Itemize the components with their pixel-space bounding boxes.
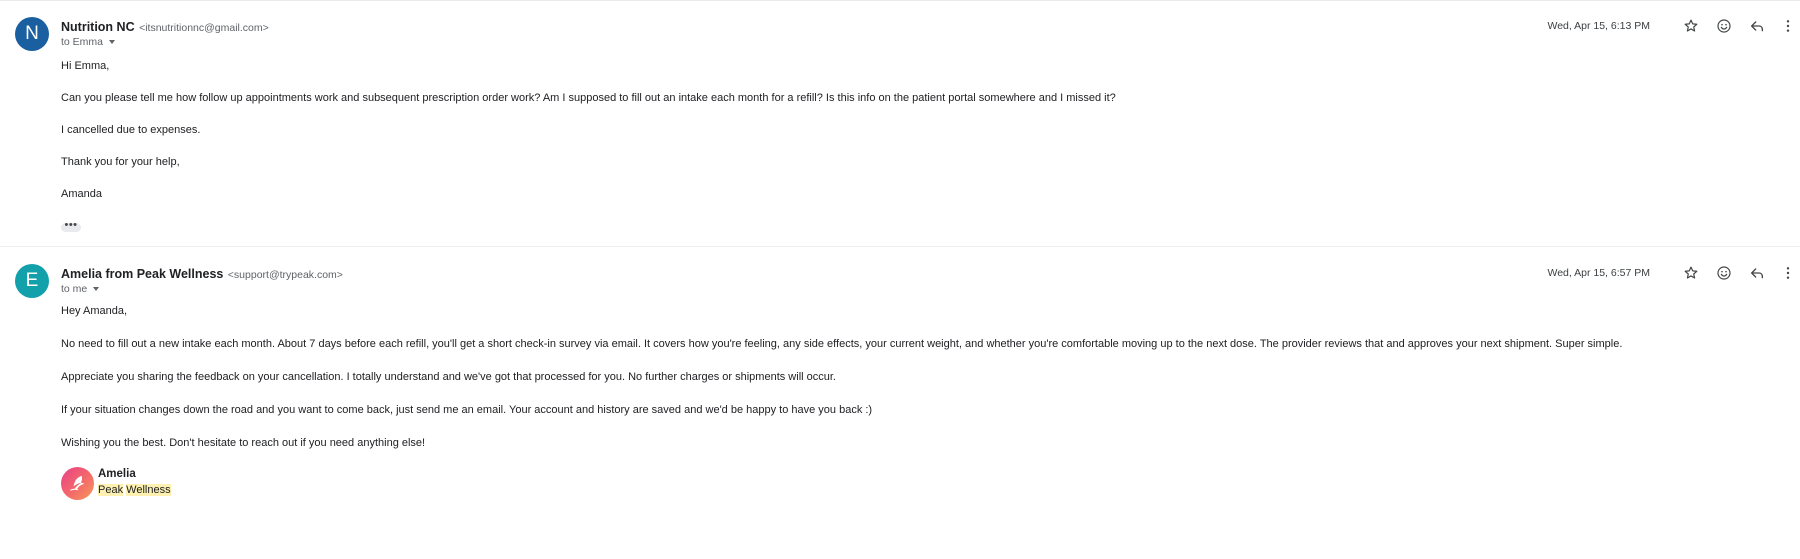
recipient-details-toggle[interactable]: to Emma xyxy=(61,36,116,48)
signature-company: Peak Wellness xyxy=(98,484,171,496)
message-body: Hey Amanda, No need to fill out a new in… xyxy=(61,304,1622,503)
body-paragraph: Appreciate you sharing the feedback on y… xyxy=(61,371,836,383)
message-timestamp: Wed, Apr 15, 6:13 PM xyxy=(1547,20,1650,32)
message-actions: Wed, Apr 15, 6:57 PM xyxy=(1500,261,1800,285)
email-thread: N Nutrition NC <itsnutritionnc@gmail.com… xyxy=(0,0,1800,559)
email-message-2[interactable]: E Amelia from Peak Wellness <support@try… xyxy=(0,247,1800,559)
body-paragraph: Can you please tell me how follow up app… xyxy=(61,92,1116,104)
recipient-label: to Emma xyxy=(61,36,104,48)
email-message-1[interactable]: N Nutrition NC <itsnutritionnc@gmail.com… xyxy=(0,0,1800,247)
sender-name[interactable]: Amelia from Peak Wellness xyxy=(61,267,223,281)
sender-avatar[interactable]: E xyxy=(15,264,49,298)
body-closing: Thank you for your help, xyxy=(61,156,180,168)
emoji-reaction-icon[interactable] xyxy=(1714,263,1734,283)
emoji-reaction-icon[interactable] xyxy=(1714,16,1734,36)
chevron-down-icon[interactable] xyxy=(109,40,116,45)
body-greeting: Hi Emma, xyxy=(61,60,110,72)
body-paragraph: If your situation changes down the road … xyxy=(61,404,873,416)
highlighted-word: Peak xyxy=(98,484,124,496)
sender-email: <support@trypeak.com> xyxy=(227,269,343,281)
body-paragraph: I cancelled due to expenses. xyxy=(61,124,201,136)
reply-icon[interactable] xyxy=(1747,16,1767,36)
sender-avatar[interactable]: N xyxy=(15,17,49,51)
body-greeting: Hey Amanda, xyxy=(61,305,128,317)
signature-name: Amelia xyxy=(98,468,136,480)
sender-email: <itsnutritionnc@gmail.com> xyxy=(139,22,269,34)
highlighted-word: Wellness xyxy=(126,484,171,496)
email-signature: Amelia Peak Wellness xyxy=(61,467,1622,503)
sender-name[interactable]: Nutrition NC xyxy=(61,20,135,34)
recipient-label: to me xyxy=(61,283,88,295)
star-icon[interactable] xyxy=(1681,16,1701,36)
message-header: Amelia from Peak Wellness <support@trype… xyxy=(61,265,343,283)
message-header: Nutrition NC <itsnutritionnc@gmail.com> xyxy=(61,18,269,36)
recipient-details-toggle[interactable]: to me xyxy=(61,283,100,295)
more-vertical-icon[interactable] xyxy=(1778,16,1798,36)
message-actions: Wed, Apr 15, 6:13 PM xyxy=(1500,14,1800,38)
body-signoff: Amanda xyxy=(61,188,102,200)
star-icon[interactable] xyxy=(1681,263,1701,283)
body-closing: Wishing you the best. Don't hesitate to … xyxy=(61,437,426,449)
message-timestamp: Wed, Apr 15, 6:57 PM xyxy=(1547,267,1650,279)
peak-wellness-logo xyxy=(61,467,94,500)
chevron-down-icon[interactable] xyxy=(93,287,100,292)
body-paragraph: No need to fill out a new intake each mo… xyxy=(61,338,1623,350)
reply-icon[interactable] xyxy=(1747,263,1767,283)
show-trimmed-content-button[interactable]: ••• xyxy=(61,220,81,232)
message-body: Hi Emma, Can you please tell me how foll… xyxy=(61,59,1116,232)
more-vertical-icon[interactable] xyxy=(1778,263,1798,283)
